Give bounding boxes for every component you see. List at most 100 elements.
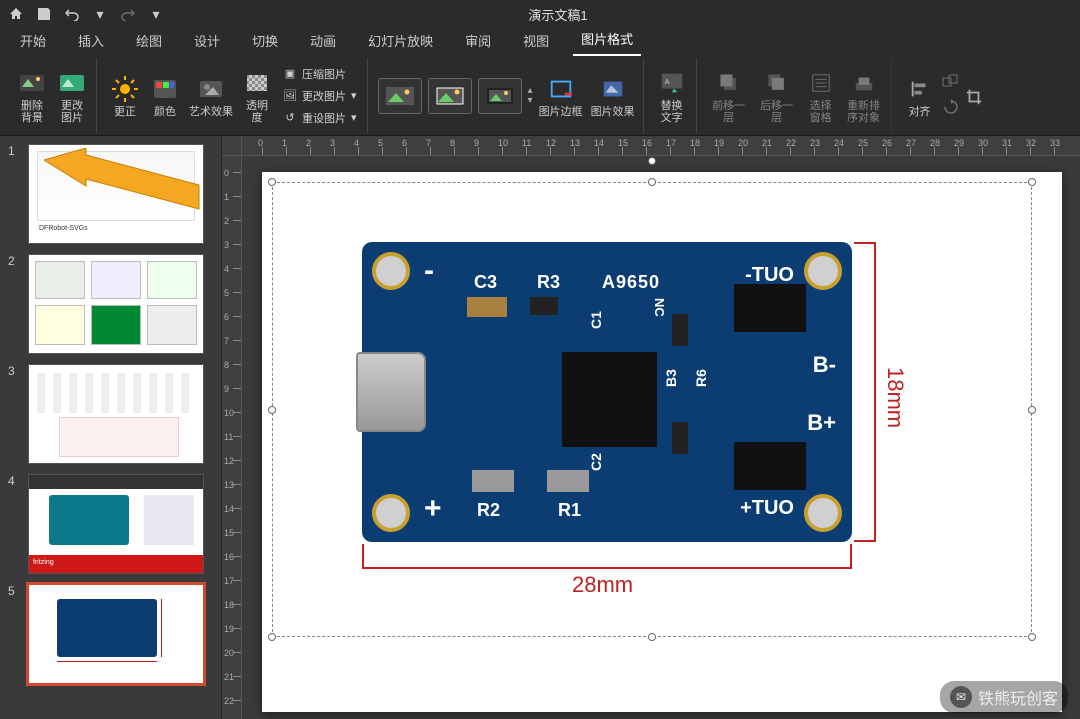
- slide-thumb-2[interactable]: 2: [28, 254, 211, 354]
- reorder-icon: [850, 69, 878, 97]
- tab-insert[interactable]: 插入: [70, 25, 112, 56]
- remove-bg-icon: [18, 69, 46, 97]
- slide-thumb-4[interactable]: 4 fritzing: [28, 474, 211, 574]
- bring-forward-button[interactable]: 前移一层: [707, 65, 751, 126]
- change-picture-mini-button[interactable]: 🖼更改图片 ▾: [279, 86, 361, 106]
- dimension-tick: [362, 544, 364, 569]
- selection-pane-button[interactable]: 选择 窗格: [803, 65, 839, 126]
- gallery-more-icon[interactable]: ▴▾: [528, 86, 533, 106]
- tab-transition[interactable]: 切换: [244, 25, 286, 56]
- reorder-button[interactable]: 重新排 序对象: [843, 65, 885, 126]
- picture-effects-button[interactable]: 图片效果: [589, 71, 637, 120]
- resize-handle[interactable]: [648, 178, 656, 186]
- mounting-hole: [372, 252, 410, 290]
- alt-text-button[interactable]: A 替换 文字: [654, 65, 690, 126]
- smd-res: [672, 314, 688, 346]
- silk-label: C2: [588, 453, 604, 471]
- resize-handle[interactable]: [268, 178, 276, 186]
- transparency-button[interactable]: 透明度: [239, 65, 275, 126]
- silk-label: R3: [537, 272, 560, 293]
- color-button[interactable]: 颜色: [147, 71, 183, 120]
- tab-slideshow[interactable]: 幻灯片放映: [360, 25, 441, 56]
- resize-handle[interactable]: [1028, 633, 1036, 641]
- vertical-ruler: 01234567891011121314151617181920212223: [222, 156, 242, 719]
- change-pic-icon: [58, 69, 86, 97]
- window-title: 演示文稿1: [164, 5, 952, 24]
- tab-draw[interactable]: 绘图: [128, 25, 170, 56]
- resize-handle[interactable]: [648, 633, 656, 641]
- artistic-label: 艺术效果: [189, 106, 233, 118]
- silk-label: NC: [652, 298, 667, 317]
- smd-res: [472, 470, 514, 492]
- qat-more-icon[interactable]: ▾: [148, 6, 164, 22]
- tab-animation[interactable]: 动画: [302, 25, 344, 56]
- mounting-hole: [372, 494, 410, 532]
- slide-panel[interactable]: 1 DFRobot-SVGs 2 3 4: [0, 136, 222, 719]
- crop-icon: [960, 83, 988, 111]
- save-icon[interactable]: [36, 6, 52, 22]
- resize-handle[interactable]: [1028, 406, 1036, 414]
- dimension-height: 18mm: [882, 367, 908, 428]
- picture-border-button[interactable]: 图片边框: [537, 71, 585, 120]
- dimension-tick: [854, 540, 876, 542]
- reset-picture-button[interactable]: ↺重设图片 ▾: [279, 108, 361, 128]
- change-mini-icon: 🖼: [283, 89, 297, 103]
- remove-background-button[interactable]: 删除 背景: [14, 65, 50, 126]
- crop-button[interactable]: [964, 79, 984, 113]
- resize-handle[interactable]: [268, 633, 276, 641]
- slide-canvas[interactable]: C3 R3 A9650 -TUO R2 R1 C1 C2 B3 R6 B- B+…: [262, 172, 1062, 712]
- resize-handle[interactable]: [1028, 178, 1036, 186]
- watermark: ✉ 铁熊玩创客: [940, 681, 1068, 713]
- resize-handle[interactable]: [268, 406, 276, 414]
- ic-chip: [562, 352, 657, 447]
- bring-fwd-icon: [715, 69, 743, 97]
- slide-thumb-1[interactable]: 1 DFRobot-SVGs: [28, 144, 211, 244]
- tab-home[interactable]: 开始: [12, 25, 54, 56]
- compress-button[interactable]: ▣压缩图片: [279, 64, 361, 84]
- silk-label: +TUO: [740, 497, 794, 520]
- tab-review[interactable]: 审阅: [457, 25, 499, 56]
- ruler-corner: [222, 136, 242, 156]
- qat-dropdown-icon[interactable]: ▾: [92, 6, 108, 22]
- align-button[interactable]: 对齐: [902, 71, 938, 120]
- tab-view[interactable]: 视图: [515, 25, 557, 56]
- silk-label: R6: [693, 369, 709, 387]
- bring-fwd-label: 前移一层: [709, 100, 749, 124]
- send-back-label: 后移一层: [757, 100, 797, 124]
- dimension-line-h: [874, 242, 876, 542]
- rotate-handle[interactable]: [648, 157, 656, 165]
- effects-icon: [599, 75, 627, 103]
- artistic-effects-button[interactable]: 艺术效果: [187, 71, 235, 120]
- canvas-area[interactable]: 0123456789101112131415161718192021222324…: [222, 136, 1080, 719]
- svg-text:A: A: [664, 77, 669, 86]
- dimension-tick: [850, 544, 852, 569]
- smd-res: [530, 297, 558, 315]
- transparency-icon: [243, 69, 271, 97]
- ribbon-tabs: 开始 插入 绘图 设计 切换 动画 幻灯片放映 审阅 视图 图片格式: [0, 28, 1080, 56]
- tab-design[interactable]: 设计: [186, 25, 228, 56]
- style-thumb[interactable]: [428, 78, 472, 114]
- change-picture-button[interactable]: 更改 图片: [54, 65, 90, 126]
- group-icon[interactable]: [942, 74, 960, 93]
- style-thumb[interactable]: [378, 78, 422, 114]
- horizontal-ruler: 0123456789101112131415161718192021222324…: [242, 136, 1080, 156]
- effects-label: 图片效果: [591, 106, 635, 118]
- rotate-icon[interactable]: [942, 99, 960, 118]
- picture-style-gallery[interactable]: ▴▾: [378, 78, 533, 114]
- dimension-width: 28mm: [572, 572, 633, 598]
- send-backward-button[interactable]: 后移一层: [755, 65, 799, 126]
- undo-icon[interactable]: [64, 6, 80, 22]
- style-thumb[interactable]: [478, 78, 522, 114]
- compress-label: 压缩图片: [302, 66, 346, 82]
- tab-picture-format[interactable]: 图片格式: [573, 23, 641, 56]
- brightness-icon: [111, 75, 139, 103]
- corrections-button[interactable]: 更正: [107, 71, 143, 120]
- color-label: 颜色: [154, 106, 176, 118]
- remove-bg-label: 删除 背景: [21, 100, 43, 124]
- dimension-line-w: [362, 567, 852, 569]
- artistic-icon: [197, 75, 225, 103]
- home-icon[interactable]: [8, 6, 24, 22]
- slide-thumb-3[interactable]: 3: [28, 364, 211, 464]
- slide-thumb-5[interactable]: 5: [28, 584, 211, 684]
- pcb-image[interactable]: C3 R3 A9650 -TUO R2 R1 C1 C2 B3 R6 B- B+…: [362, 242, 852, 542]
